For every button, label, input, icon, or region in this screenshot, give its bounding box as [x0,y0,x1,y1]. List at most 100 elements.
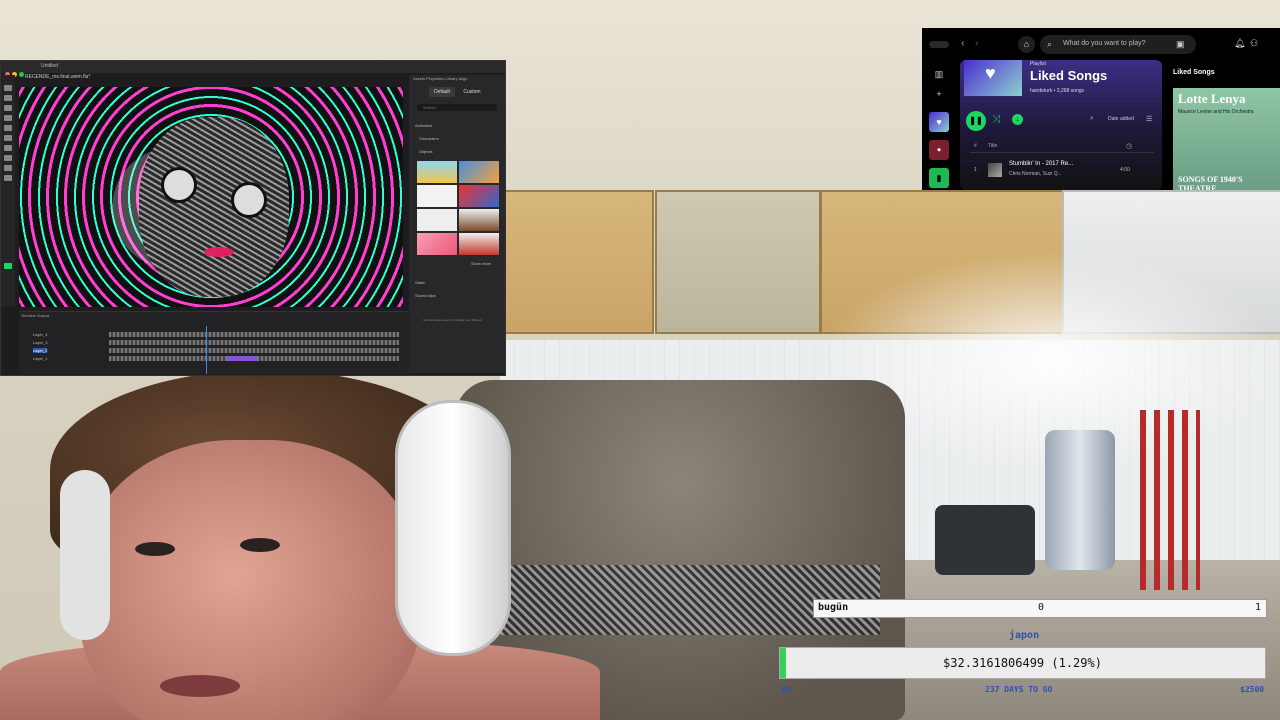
album-art-subtitle: Maurice Levine and His Orchestra [1178,109,1254,115]
timeline-frames[interactable] [109,332,399,337]
asset-thumbnail[interactable] [417,161,457,183]
subselect-tool-icon[interactable] [4,95,12,101]
forward-arrow-icon[interactable]: › [975,38,978,49]
playlist-thumb[interactable]: ◆ [929,140,949,160]
stage-canvas[interactable] [19,87,403,307]
track-artist[interactable]: Chris Norman, Suzi Q... [1009,171,1062,177]
pause-button[interactable]: ❚❚ [966,111,986,131]
text-tool-icon[interactable] [4,135,12,141]
tween-span[interactable] [227,356,257,361]
assets-panel: Assets Properties Library Align Default … [409,75,505,373]
spotify-topbar: ‹ › ⌂ ⌕ What do you want to play? ▣ 🔔︎ ⚇ [922,28,1280,60]
timeline-panel[interactable]: Timeline Output Layer_4 Layer_3 Layer_2 … [19,311,409,374]
asset-thumbnail[interactable] [417,185,457,207]
sort-dropdown[interactable]: Date added [1108,116,1134,122]
lasso-tool-icon[interactable] [4,115,12,121]
asset-thumbnail[interactable] [459,185,499,207]
kitchen-cabinet-glass [655,190,821,334]
toaster [935,505,1035,575]
layer-name-selected[interactable]: Layer_2 [33,348,48,353]
eraser-tool-icon[interactable] [4,155,12,161]
list-view-icon[interactable]: ☰ [1146,115,1152,123]
brush-tool-icon[interactable] [4,145,12,151]
layer-name[interactable]: Layer_1 [33,356,47,361]
pen-tool-icon[interactable] [4,125,12,131]
asset-thumbnail[interactable] [459,209,499,231]
kettle [1045,430,1115,570]
album-art-title: Lotte Lenya [1178,91,1246,106]
browse-icon[interactable]: ▣ [1176,39,1185,50]
asset-thumbnail[interactable] [459,233,499,255]
home-icon[interactable]: ⌂ [1018,36,1035,53]
selection-tool-icon[interactable] [4,85,12,91]
goal-name: japon [1009,630,1040,641]
characters-dropdown[interactable]: Characters [419,136,439,141]
free-transform-tool-icon[interactable] [4,105,12,111]
search-input[interactable]: What do you want to play? [1063,40,1146,47]
track-number: 1 [974,167,977,173]
column-header-title[interactable]: Title [988,143,997,149]
person-eye [135,542,175,556]
asset-thumbnails [417,161,501,257]
default-tab[interactable]: Default [429,87,455,97]
knife-block [1140,410,1200,590]
person-face [80,440,420,720]
asset-thumbnail[interactable] [459,161,499,183]
hand-tool-icon[interactable] [4,165,12,171]
custom-tab[interactable]: Custom [459,87,485,97]
artwork-eye [161,167,197,203]
zoom-tool-icon[interactable] [4,175,12,181]
add-icon[interactable]: + [929,84,949,104]
zoom-window-button[interactable] [19,72,24,77]
column-header-number: # [974,143,977,149]
timeline-frames[interactable] [109,340,399,345]
download-icon[interactable]: ↓ [1012,114,1023,125]
friends-icon[interactable]: ⚇ [1250,38,1258,49]
track-title[interactable]: Stumblin' In - 2017 Re... [1009,161,1073,167]
stroke-color-swatch[interactable] [4,263,12,269]
heart-icon: ♥ [985,63,996,83]
artwork-face [139,117,289,297]
asset-thumbnail[interactable] [417,209,457,231]
static-section[interactable]: Static [415,280,425,285]
show-more-link[interactable]: Show more [471,261,491,266]
playhead[interactable] [206,326,207,374]
document-tab[interactable]: RECENDE_ms.final.anim.fla* [25,74,90,80]
headphone-right [395,400,511,656]
search-bar[interactable]: ⌕ What do you want to play? ▣ [1040,35,1196,54]
animation-app-window: Untitled RECENDE_ms.final.anim.fla* Time… [0,60,506,376]
person-eye [240,538,280,552]
goal-progress-bar: $32.3161806499 (1.29%) [779,647,1266,679]
panel-tabs[interactable]: Assets Properties Library Align [413,76,467,81]
shuffle-icon[interactable]: ⤨ [992,114,1000,125]
playlist-cover: ♥ [964,60,1022,96]
sound-clips-section[interactable]: Sound clips [415,293,436,298]
now-playing-playlist: Liked Songs [1173,69,1215,76]
timeline-frames[interactable] [109,348,399,353]
playlist-view: ♥ Playlist Liked Songs handeturk • 3,268… [960,60,1162,190]
library-sidebar: ▥ + ♥ ◆ ▮ [922,60,956,190]
goal-target: $2500 [1240,685,1265,694]
layer-name[interactable]: Layer_3 [33,340,47,345]
library-icon[interactable]: ▥ [929,64,949,84]
layer-name[interactable]: Layer_4 [33,332,47,337]
kitchen-cabinet [500,190,654,334]
saved-episodes-thumb[interactable]: ▮ [929,168,949,188]
track-artwork [988,163,1002,177]
artwork-eye [231,182,267,218]
bell-icon[interactable]: 🔔︎ [1234,38,1245,49]
timeline-tabs[interactable]: Timeline Output [21,313,49,318]
objects-dropdown[interactable]: Objects [419,149,433,154]
window-controls[interactable] [929,41,949,48]
today-counter: bugün 0 1 [813,599,1267,618]
liked-songs-thumb[interactable]: ♥ [929,112,949,132]
tools-panel [1,75,15,307]
window-titlebar: Untitled [1,61,505,77]
today-right: 1 [1254,602,1261,613]
assets-search-input[interactable]: Search [417,104,497,111]
animated-section[interactable]: Animated [415,123,432,128]
asset-thumbnail[interactable] [417,233,457,255]
search-icon[interactable]: ⌕ [1090,115,1094,123]
spotify-window: ‹ › ⌂ ⌕ What do you want to play? ▣ 🔔︎ ⚇… [922,28,1280,190]
back-arrow-icon[interactable]: ‹ [961,38,964,49]
